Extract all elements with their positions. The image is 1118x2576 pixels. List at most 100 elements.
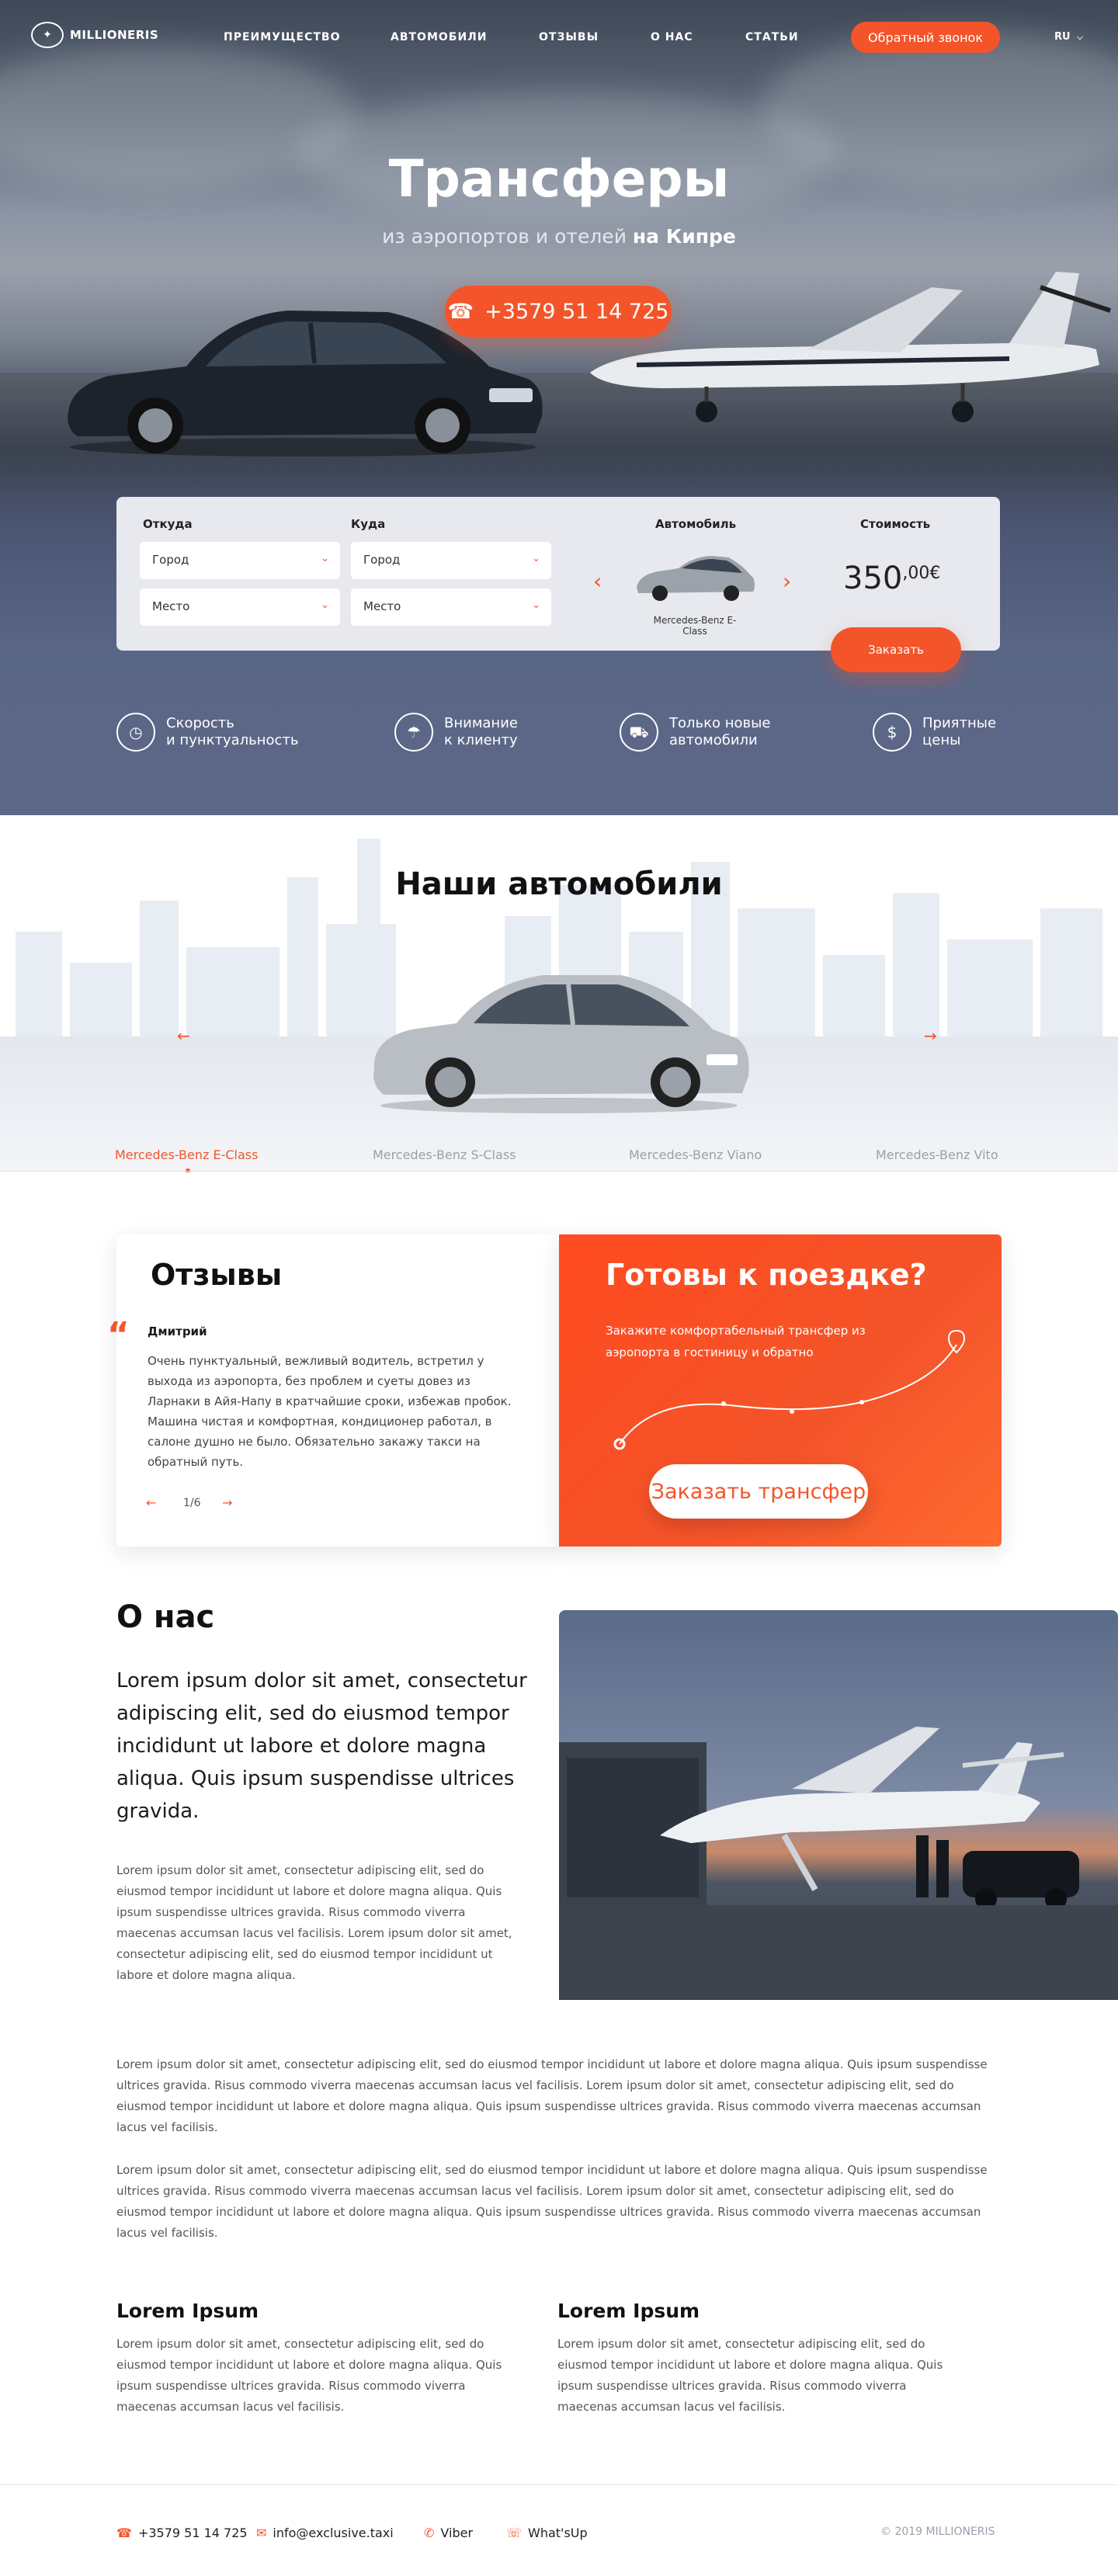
city-silhouette xyxy=(947,939,1033,1040)
nav-link-reviews[interactable]: ОТЗЫВЫ xyxy=(539,31,599,43)
column-2-title: Lorem Ipsum xyxy=(557,2300,700,2322)
city-silhouette xyxy=(823,955,885,1040)
brand-logo[interactable]: ✦ MILLIONERIS xyxy=(31,22,158,48)
from-place-select[interactable]: Место ⌄ xyxy=(140,588,340,626)
to-city-select[interactable]: Город ⌄ xyxy=(351,542,551,579)
from-city-value: Город xyxy=(152,553,189,567)
city-silhouette xyxy=(16,932,62,1040)
cars-title: Наши автомобили xyxy=(395,866,723,902)
phone-icon: ☎ xyxy=(447,299,474,324)
review-prev-arrow-icon[interactable]: ← xyxy=(146,1495,156,1510)
nav-link-advantages[interactable]: ПРЕИМУЩЕСТВО xyxy=(224,31,341,43)
car-tab-viano[interactable]: Mercedes-Benz Viano xyxy=(629,1147,762,1162)
mail-icon: ✉ xyxy=(256,2526,267,2540)
car-tab-e-class[interactable]: Mercedes-Benz E-Class xyxy=(115,1147,258,1162)
private-plane-image xyxy=(590,272,1111,422)
hero-subtitle-bold: на Кипре xyxy=(632,225,736,248)
price-label: Стоимость xyxy=(860,517,931,531)
whatsapp-icon: ☏ xyxy=(506,2526,523,2540)
city-silhouette xyxy=(140,901,179,1040)
phone-icon: ☎ xyxy=(116,2526,132,2540)
feature-title: Приятные xyxy=(922,715,997,731)
hero-title: Трансферы xyxy=(388,149,730,209)
to-place-select[interactable]: Место ⌄ xyxy=(351,588,551,626)
footer-phone-link[interactable]: ☎ +3579 51 14 725 xyxy=(116,2526,248,2540)
footer: ☎ +3579 51 14 725 ✉ info@exclusive.taxi ✆ V… xyxy=(0,2484,1118,2576)
feature-prices: $ Приятные цены xyxy=(873,713,996,752)
next-car-arrow-icon[interactable]: › xyxy=(783,568,791,594)
about-paragraph-2: Lorem ipsum dolor sit amet, consectetur … xyxy=(116,2057,988,2134)
about-paragraph-3: Lorem ipsum dolor sit amet, consectetur … xyxy=(116,2163,988,2240)
nav-link-articles[interactable]: СТАТЬИ xyxy=(745,31,799,43)
ready-to-ride-card: Готовы к поездке? Закажите комфортабельн… xyxy=(559,1234,1002,1547)
nav-link-cars[interactable]: АВТОМОБИЛИ xyxy=(391,31,488,43)
viber-icon: ✆ xyxy=(424,2526,435,2540)
carousel-next-arrow-icon[interactable]: → xyxy=(924,1026,937,1045)
selected-car-thumbnail xyxy=(637,556,755,601)
price-main: 350 xyxy=(843,561,903,596)
language-switcher[interactable]: RU ⌵ xyxy=(1054,31,1083,43)
ready-title: Готовы к поездке? xyxy=(606,1258,927,1292)
footer-email: info@exclusive.taxi xyxy=(273,2526,394,2540)
top-navbar: ✦ MILLIONERIS ПРЕИМУЩЕСТВО АВТОМОБИЛИ ОТ… xyxy=(0,22,1118,53)
feature-subtitle: к клиенту xyxy=(444,732,518,748)
logo-emblem-icon: ✦ xyxy=(31,22,64,48)
price-cents: ,00€ xyxy=(902,564,941,583)
about-title: О нас xyxy=(116,1599,215,1635)
footer-copyright: © 2019 MILLIONERIS xyxy=(880,2526,995,2538)
quote-icon: “ xyxy=(107,1315,130,1355)
car-tab-vito[interactable]: Mercedes-Benz Vito xyxy=(876,1147,998,1162)
chevron-down-icon: ⌄ xyxy=(532,599,540,611)
footer-phone: +3579 51 14 725 xyxy=(137,2526,248,2540)
feature-attention: ☂ Внимание к клиенту xyxy=(394,713,518,752)
order-transfer-button[interactable]: Заказать трансфер xyxy=(649,1464,868,1519)
chevron-down-icon: ⌵ xyxy=(1077,33,1083,42)
feature-title: Только новые xyxy=(669,715,771,731)
car-tab-s-class[interactable]: Mercedes-Benz S-Class xyxy=(373,1147,516,1162)
from-city-select[interactable]: Город ⌄ xyxy=(140,542,340,579)
city-silhouette xyxy=(893,893,939,1040)
about-paragraph-1: Lorem ipsum dolor sit amet, consectetur … xyxy=(116,1863,512,1982)
car-label: Автомобиль xyxy=(655,517,737,531)
hero-section: ✦ MILLIONERIS ПРЕИМУЩЕСТВО АВТОМОБИЛИ ОТ… xyxy=(0,0,1118,815)
chevron-down-icon: ⌄ xyxy=(321,599,329,611)
footer-whatsapp-link[interactable]: ☏ What'sUp xyxy=(506,2526,588,2540)
hero-phone-button[interactable]: ☎ +3579 51 14 725 xyxy=(445,286,672,337)
order-button[interactable]: Заказать xyxy=(831,627,961,672)
feature-speed: ◷ Скорость и пунктуальность xyxy=(116,713,299,752)
car-icon: ⛟ xyxy=(620,713,658,752)
hero-subtitle-plain: из аэропортов и отелей xyxy=(382,225,627,248)
brand-name: MILLIONERIS xyxy=(70,28,159,42)
clock-icon: ◷ xyxy=(116,713,155,752)
carousel-prev-arrow-icon[interactable]: ← xyxy=(177,1026,190,1045)
nav-link-about[interactable]: О НАС xyxy=(651,31,693,43)
hero-subtitle: из аэропортов и отелей на Кипре xyxy=(0,225,1118,248)
feature-title: Внимание xyxy=(444,715,518,731)
footer-viber: Viber xyxy=(440,2526,474,2540)
column-1-text: Lorem ipsum dolor sit amet, consectetur … xyxy=(116,2337,502,2414)
footer-viber-link[interactable]: ✆ Viber xyxy=(424,2526,473,2540)
column-1-title: Lorem Ipsum xyxy=(116,2300,259,2322)
city-silhouette xyxy=(186,947,280,1040)
callback-button[interactable]: Обратный звонок xyxy=(851,22,1000,53)
tabs-divider xyxy=(0,1171,1118,1172)
language-label: RU xyxy=(1054,31,1071,43)
column-2-text: Lorem ipsum dolor sit amet, consectetur … xyxy=(557,2337,943,2414)
hero-phone-number: +3579 51 14 725 xyxy=(484,299,669,324)
wallet-icon: $ xyxy=(873,713,911,752)
footer-email-link[interactable]: ✉ info@exclusive.taxi xyxy=(256,2526,394,2540)
footer-whatsapp: What'sUp xyxy=(528,2526,588,2540)
umbrella-people-icon: ☂ xyxy=(394,713,433,752)
review-text: Очень пунктуальный, вежливый водитель, в… xyxy=(148,1354,512,1469)
to-label: Куда xyxy=(351,517,386,531)
chevron-down-icon: ⌄ xyxy=(321,553,329,564)
feature-subtitle: автомобили xyxy=(669,732,758,748)
featured-car-image xyxy=(373,975,749,1113)
prev-car-arrow-icon[interactable]: ‹ xyxy=(593,568,602,594)
feature-new-cars: ⛟ Только новые автомобили xyxy=(620,713,770,752)
reviews-title: Отзывы xyxy=(151,1258,283,1292)
reviews-card: Отзывы “ Дмитрий Очень пунктуальный, веж… xyxy=(107,1234,559,1547)
review-next-arrow-icon[interactable]: → xyxy=(222,1495,232,1510)
about-jet-photo xyxy=(559,1610,1118,2000)
from-label: Откуда xyxy=(143,517,193,531)
